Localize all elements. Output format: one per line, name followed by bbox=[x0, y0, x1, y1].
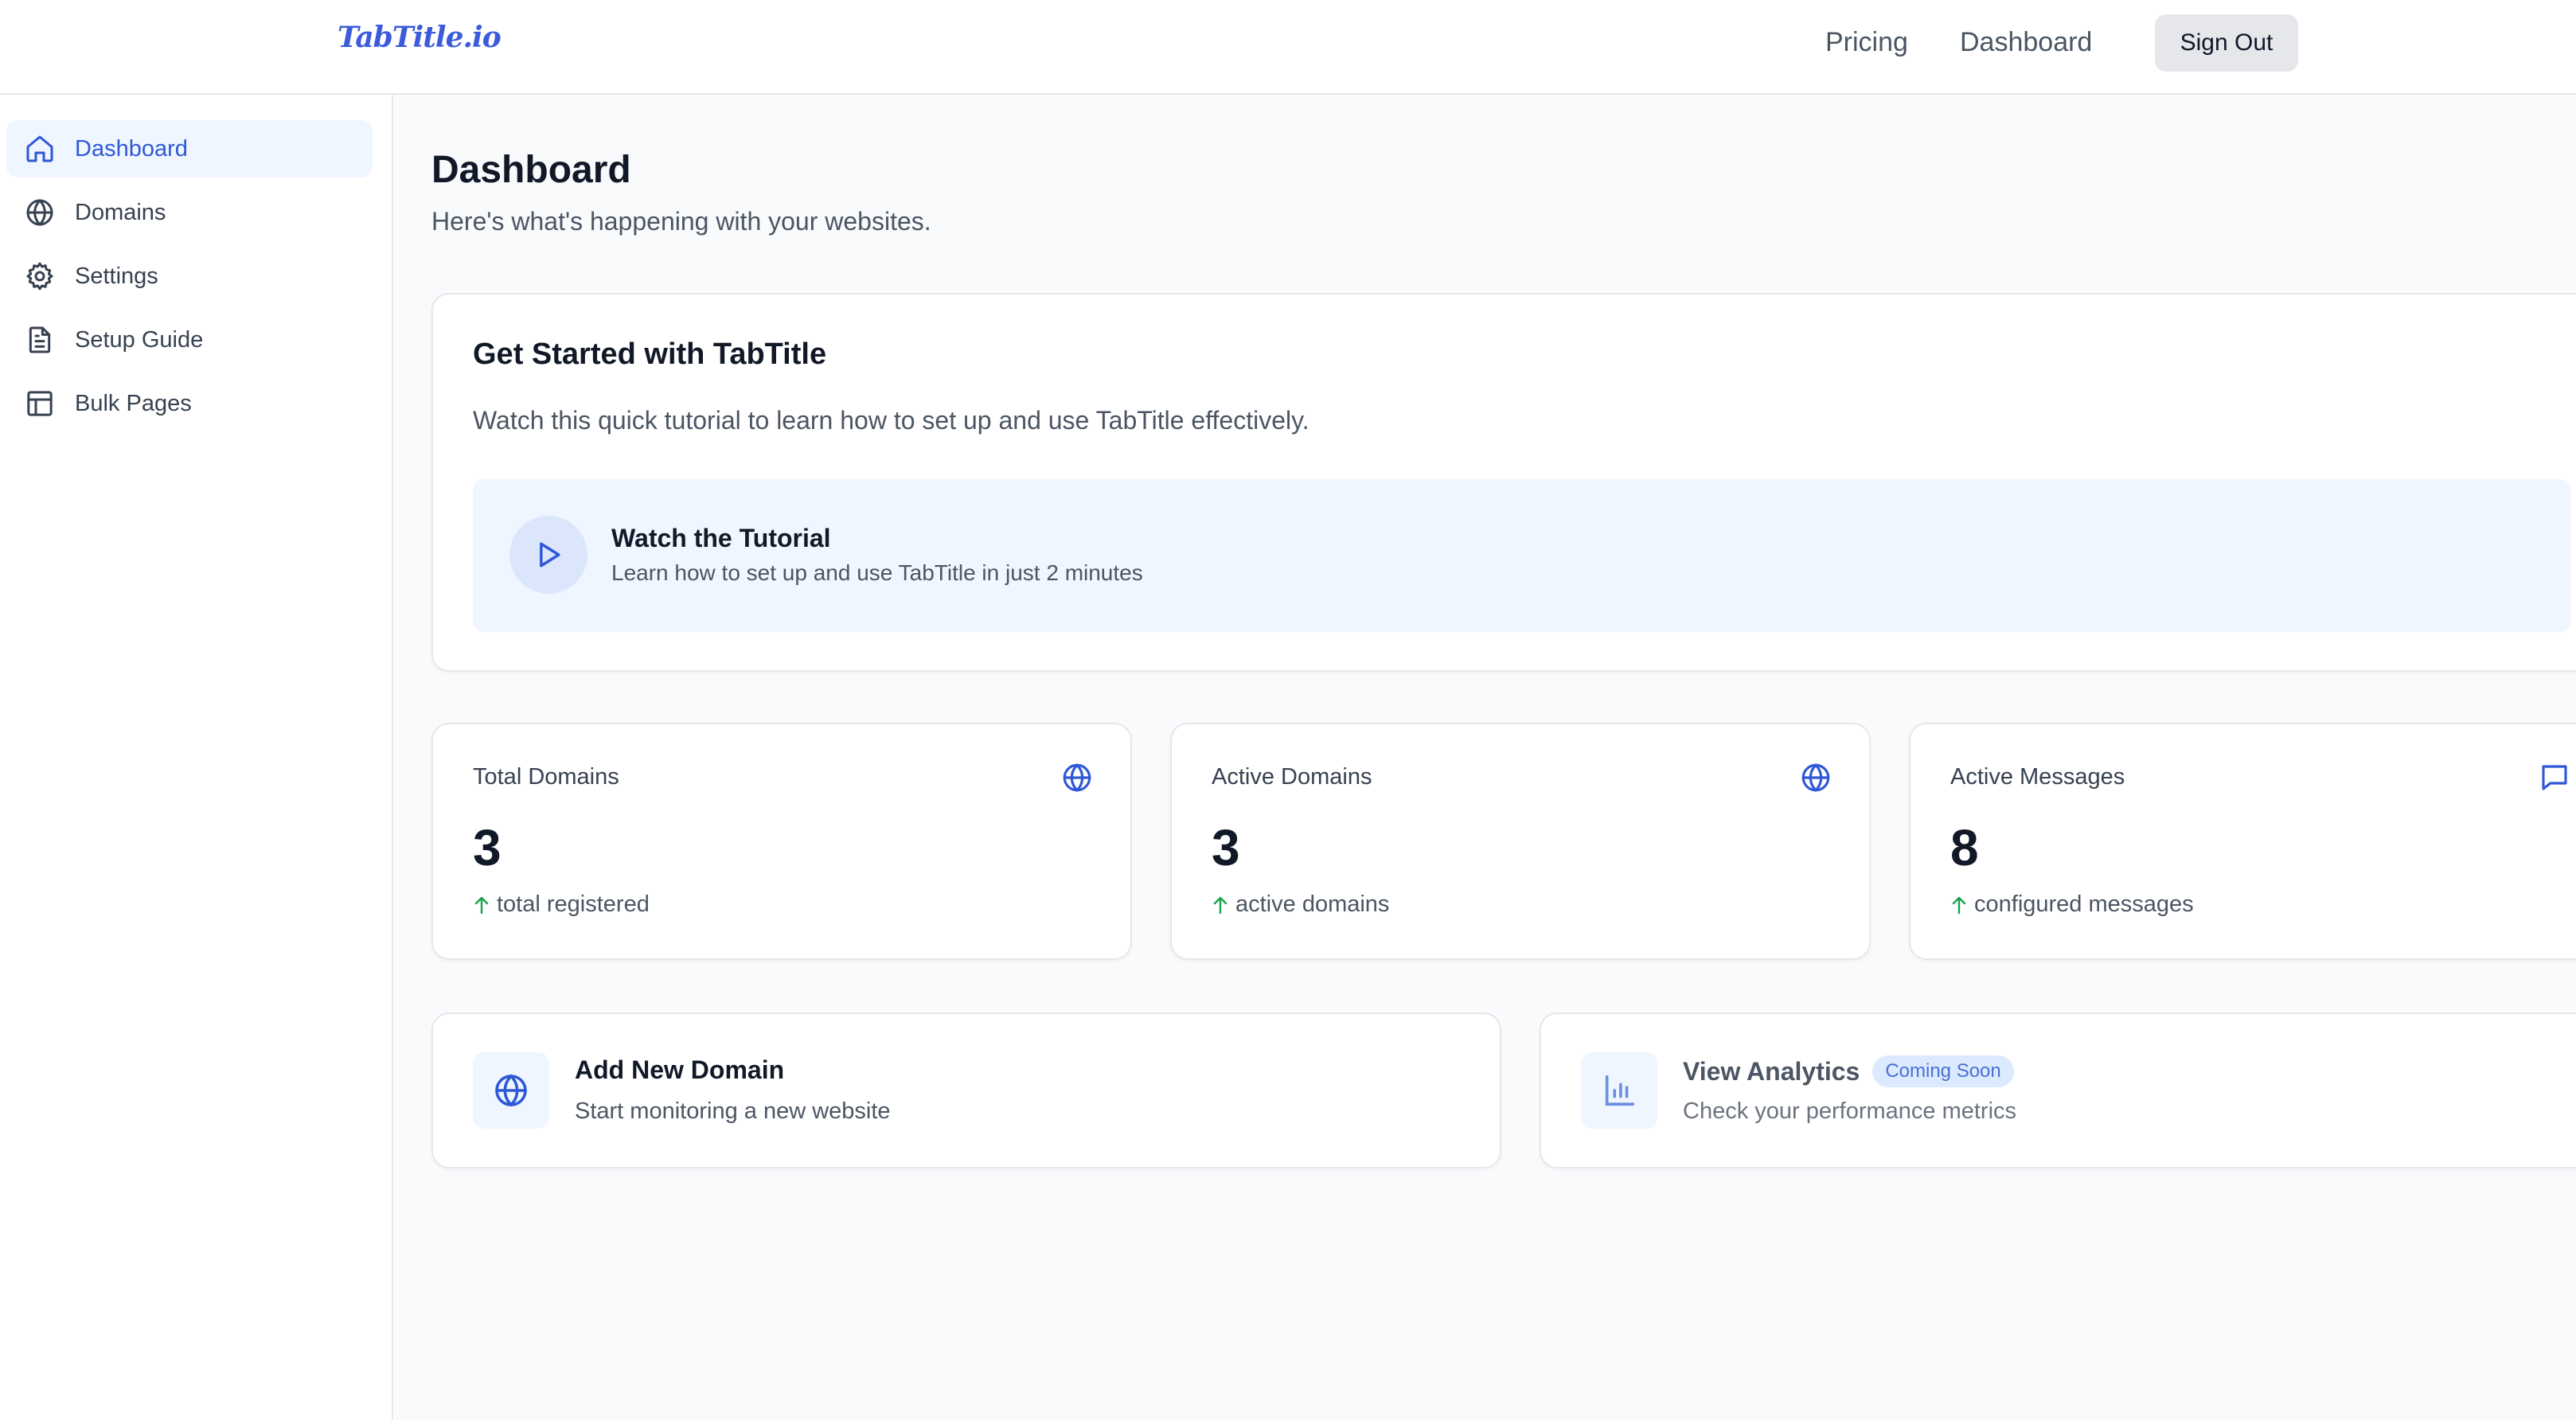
globe-icon bbox=[24, 197, 56, 228]
action-title-text: Add New Domain bbox=[575, 1055, 785, 1084]
action-subtitle: Check your performance metrics bbox=[1683, 1098, 2017, 1124]
sidebar-item-setup-guide[interactable]: Setup Guide bbox=[6, 311, 373, 369]
globe-icon bbox=[473, 1052, 549, 1129]
globe-icon bbox=[1799, 761, 1832, 794]
stat-label: Active Messages bbox=[1950, 764, 2125, 790]
stat-footnote: total registered bbox=[473, 891, 650, 918]
get-started-card: Get Started with TabTitle Watch this qui… bbox=[431, 293, 2576, 672]
tutorial-subtitle: Learn how to set up and use TabTitle in … bbox=[611, 560, 1143, 585]
stat-footnote-text: configured messages bbox=[1974, 891, 2194, 917]
watch-tutorial-button[interactable]: Watch the Tutorial Learn how to set up a… bbox=[473, 479, 2571, 632]
stat-value: 3 bbox=[1212, 819, 1240, 876]
stat-label: Active Domains bbox=[1212, 764, 1372, 790]
arrow-up-icon bbox=[473, 895, 490, 915]
sidebar-item-label: Setup Guide bbox=[75, 326, 204, 353]
get-started-description: Watch this quick tutorial to learn how t… bbox=[473, 406, 1309, 435]
sidebar-item-label: Domains bbox=[75, 199, 166, 225]
stat-card-total-domains: Total Domains 3 total registered bbox=[431, 723, 1132, 960]
home-icon bbox=[24, 133, 56, 165]
document-icon bbox=[24, 324, 56, 356]
sidebar-item-settings[interactable]: Settings bbox=[6, 248, 373, 305]
stat-footnote-text: active domains bbox=[1235, 891, 1390, 917]
top-bar: TabTitle.io Pricing Dashboard Sign Out bbox=[0, 0, 2576, 95]
sidebar-item-dashboard[interactable]: Dashboard bbox=[6, 120, 373, 178]
stat-value: 8 bbox=[1950, 819, 1979, 876]
sidebar-item-domains[interactable]: Domains bbox=[6, 184, 373, 241]
action-title: Add New Domain bbox=[575, 1055, 784, 1085]
nav-link-pricing[interactable]: Pricing bbox=[1825, 27, 1908, 58]
coming-soon-badge: Coming Soon bbox=[1872, 1055, 2014, 1087]
nav-link-dashboard[interactable]: Dashboard bbox=[1960, 27, 2092, 58]
get-started-title: Get Started with TabTitle bbox=[473, 337, 827, 371]
action-subtitle: Start monitoring a new website bbox=[575, 1098, 891, 1124]
sidebar-item-label: Dashboard bbox=[75, 135, 188, 162]
bar-chart-icon bbox=[1581, 1052, 1657, 1129]
stat-footnote: active domains bbox=[1212, 891, 1389, 918]
stat-label: Total Domains bbox=[473, 764, 619, 790]
sidebar-item-label: Bulk Pages bbox=[75, 390, 192, 416]
globe-icon bbox=[1060, 761, 1094, 794]
page-title: Dashboard bbox=[431, 149, 631, 191]
play-icon bbox=[509, 516, 587, 594]
action-title: View Analytics Coming Soon bbox=[1683, 1055, 2014, 1087]
page-subtitle: Here's what's happening with your websit… bbox=[431, 207, 931, 236]
action-title-text: View Analytics bbox=[1683, 1056, 1860, 1086]
sign-out-button[interactable]: Sign Out bbox=[2155, 14, 2298, 72]
arrow-up-icon bbox=[1212, 895, 1229, 915]
add-new-domain-card[interactable]: Add New Domain Start monitoring a new we… bbox=[431, 1012, 1501, 1168]
stat-footnote-text: total registered bbox=[497, 891, 650, 917]
sidebar-item-label: Settings bbox=[75, 263, 158, 289]
stat-card-active-messages: Active Messages 8 configured messages bbox=[1909, 723, 2576, 960]
stat-footnote: configured messages bbox=[1950, 891, 2194, 918]
sidebar: Dashboard Domains Settings Setup Guide B… bbox=[0, 95, 393, 1420]
stat-card-active-domains: Active Domains 3 active domains bbox=[1170, 723, 1871, 960]
gear-icon bbox=[24, 260, 56, 292]
arrow-up-icon bbox=[1950, 895, 1968, 915]
table-icon bbox=[24, 388, 56, 419]
view-analytics-card[interactable]: View Analytics Coming Soon Check your pe… bbox=[1540, 1012, 2576, 1168]
stat-value: 3 bbox=[473, 819, 502, 876]
message-icon bbox=[2538, 761, 2571, 794]
top-nav: Pricing Dashboard Sign Out bbox=[0, 0, 2576, 95]
sidebar-item-bulk-pages[interactable]: Bulk Pages bbox=[6, 375, 373, 432]
tutorial-title: Watch the Tutorial bbox=[611, 524, 831, 552]
